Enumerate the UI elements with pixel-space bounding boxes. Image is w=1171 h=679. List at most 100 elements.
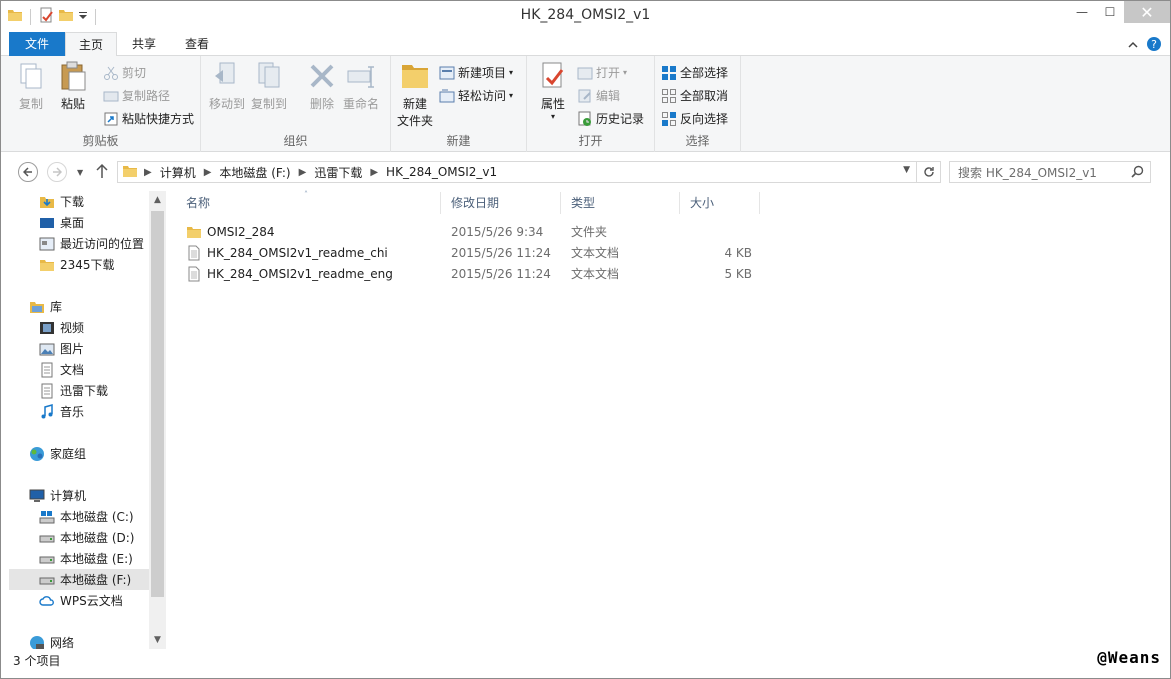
libraries-icon [30, 301, 44, 313]
file-name-cell: HK_284_OMSI2v1_readme_chi [176, 245, 441, 261]
edit-button[interactable]: 编辑 [577, 87, 620, 104]
rename-button[interactable]: 重命名 [343, 60, 379, 112]
nav-item-libraries[interactable]: 库 [29, 296, 62, 317]
invert-selection-button[interactable]: 反向选择 [661, 110, 728, 127]
close-button[interactable]: ✕ [1124, 1, 1170, 23]
nav-pane-scrollbar[interactable]: ▲ ▼ [149, 191, 166, 649]
nav-item-drive-f[interactable]: 本地磁盘 (F:) [9, 569, 149, 590]
nav-item-drive-d[interactable]: 本地磁盘 (D:) [39, 527, 134, 548]
paste-icon [61, 61, 86, 91]
history-label: 历史记录 [596, 112, 645, 126]
arrow-up-icon [96, 163, 108, 178]
forward-button[interactable] [47, 162, 67, 182]
breadcrumb-computer[interactable]: 计算机 [154, 164, 202, 181]
ribbon-controls: ? [1128, 36, 1162, 55]
maximize-button[interactable]: ☐ [1096, 1, 1124, 23]
nav-item-2345[interactable]: 2345下载 [39, 254, 115, 275]
cut-button[interactable]: 剪切 [103, 64, 146, 81]
nav-item-drive-c[interactable]: 本地磁盘 (C:) [39, 506, 134, 527]
move-to-button[interactable]: 移动到 [209, 60, 245, 112]
folder-icon [118, 163, 142, 182]
paste-button[interactable]: 粘贴 [57, 60, 89, 112]
breadcrumb-drive-f[interactable]: 本地磁盘 (F:) [213, 164, 296, 181]
tab-share[interactable]: 共享 [121, 32, 167, 56]
copy-button[interactable]: 复制 [15, 60, 47, 112]
breadcrumb-separator[interactable]: ▶ [202, 167, 214, 178]
delete-button[interactable]: 删除 [306, 60, 338, 112]
help-icon[interactable]: ? [1146, 36, 1162, 55]
nav-item-drive-e[interactable]: 本地磁盘 (E:) [39, 548, 133, 569]
up-button[interactable] [95, 163, 109, 182]
file-name: OMSI2_284 [207, 224, 275, 239]
breadcrumb-xunlei[interactable]: 迅雷下载 [308, 164, 368, 181]
collapse-ribbon-icon[interactable] [1128, 39, 1138, 53]
select-all-button[interactable]: 全部选择 [661, 64, 728, 81]
scrollbar-thumb[interactable] [151, 211, 164, 597]
minimize-button[interactable]: — [1068, 1, 1096, 23]
search-icon[interactable] [1131, 165, 1144, 181]
copy-icon [20, 63, 42, 89]
column-header-type[interactable]: 类型 [561, 192, 680, 214]
breadcrumb-current[interactable]: HK_284_OMSI2_v1 [380, 165, 503, 179]
file-row[interactable]: HK_284_OMSI2v1_readme_eng 2015/5/26 11:2… [176, 263, 760, 284]
nav-item-wps-cloud[interactable]: WPS云文档 [39, 590, 123, 611]
delete-label: 删除 [309, 97, 334, 111]
new-folder-label-2: 文件夹 [397, 114, 434, 128]
properties-button[interactable]: 属性 ▾ [537, 60, 569, 121]
nav-item-desktop[interactable]: 桌面 [39, 212, 84, 233]
invert-selection-icon [662, 111, 676, 126]
breadcrumb-separator[interactable]: ▶ [368, 167, 380, 178]
breadcrumb-separator[interactable]: ▶ [297, 167, 309, 178]
nav-item-label: 本地磁盘 (C:) [60, 510, 134, 524]
open-button[interactable]: 打开 ▾ [577, 64, 627, 81]
address-dropdown-icon[interactable]: ▼ [903, 165, 910, 175]
nav-item-network[interactable]: 网络 [29, 632, 74, 649]
column-header-date[interactable]: 修改日期 [441, 192, 561, 214]
paste-shortcut-icon [104, 112, 118, 125]
search-box[interactable]: 搜索 HK_284_OMSI2_v1 [949, 161, 1151, 183]
tab-home[interactable]: 主页 [65, 32, 117, 57]
desktop-icon [40, 217, 54, 228]
new-folder-button[interactable]: 新建 文件夹 [397, 60, 433, 129]
select-none-button[interactable]: 全部取消 [661, 87, 728, 104]
new-item-button[interactable]: 新建项目 ▾ [439, 64, 513, 81]
file-date: 2015/5/26 11:24 [451, 266, 551, 281]
scroll-up-icon[interactable]: ▲ [149, 195, 166, 205]
scissors-icon [104, 66, 118, 80]
window-controls: — ☐ ✕ [1068, 1, 1170, 23]
nav-item-label: 家庭组 [50, 447, 87, 461]
nav-item-homegroup[interactable]: 家庭组 [29, 443, 86, 464]
column-header-size[interactable]: 大小 [680, 192, 760, 214]
arrow-right-icon [53, 167, 62, 177]
address-bar[interactable]: ▶ 计算机 ▶ 本地磁盘 (F:) ▶ 迅雷下载 ▶ HK_284_OMSI2_… [117, 161, 941, 183]
nav-item-videos[interactable]: 视频 [39, 317, 84, 338]
tab-view[interactable]: 查看 [173, 32, 221, 56]
navigation-bar: ▼ ▶ 计算机 ▶ 本地磁盘 (F:) ▶ 迅雷下载 ▶ HK_284_OMSI… [1, 153, 1170, 189]
nav-item-label: 本地磁盘 (F:) [60, 573, 132, 587]
file-row[interactable]: HK_284_OMSI2v1_readme_chi 2015/5/26 11:2… [176, 242, 760, 263]
nav-item-recent[interactable]: 最近访问的位置 [39, 233, 144, 254]
scroll-down-icon[interactable]: ▼ [149, 635, 166, 645]
tab-file[interactable]: 文件 [9, 32, 65, 56]
nav-item-pictures[interactable]: 图片 [39, 338, 84, 359]
copy-to-button[interactable]: 复制到 [251, 60, 287, 112]
nav-item-downloads[interactable]: 下载 [39, 191, 84, 212]
paste-shortcut-button[interactable]: 粘贴快捷方式 [103, 110, 194, 127]
nav-item-documents[interactable]: 文档 [39, 359, 84, 380]
history-button[interactable]: 历史记录 [577, 110, 644, 127]
nav-item-computer[interactable]: 计算机 [29, 485, 86, 506]
easy-access-button[interactable]: 轻松访问 ▾ [439, 87, 513, 104]
nav-item-xunlei[interactable]: 迅雷下载 [39, 380, 108, 401]
copy-path-button[interactable]: 复制路径 [103, 87, 170, 104]
dropdown-arrow-icon: ▾ [509, 91, 514, 100]
nav-item-label: 网络 [50, 636, 75, 649]
column-header-name[interactable]: 名称 ˄ [176, 190, 441, 214]
recent-locations-icon[interactable]: ▼ [77, 168, 83, 177]
breadcrumb-separator[interactable]: ▶ [142, 167, 154, 178]
file-row[interactable]: OMSI2_284 2015/5/26 9:34 文件夹 [176, 221, 760, 242]
back-button[interactable] [18, 162, 38, 182]
nav-item-music[interactable]: 音乐 [39, 401, 84, 422]
delete-x-icon [310, 64, 334, 88]
paste-label: 粘贴 [60, 97, 85, 111]
refresh-button[interactable] [916, 162, 940, 182]
